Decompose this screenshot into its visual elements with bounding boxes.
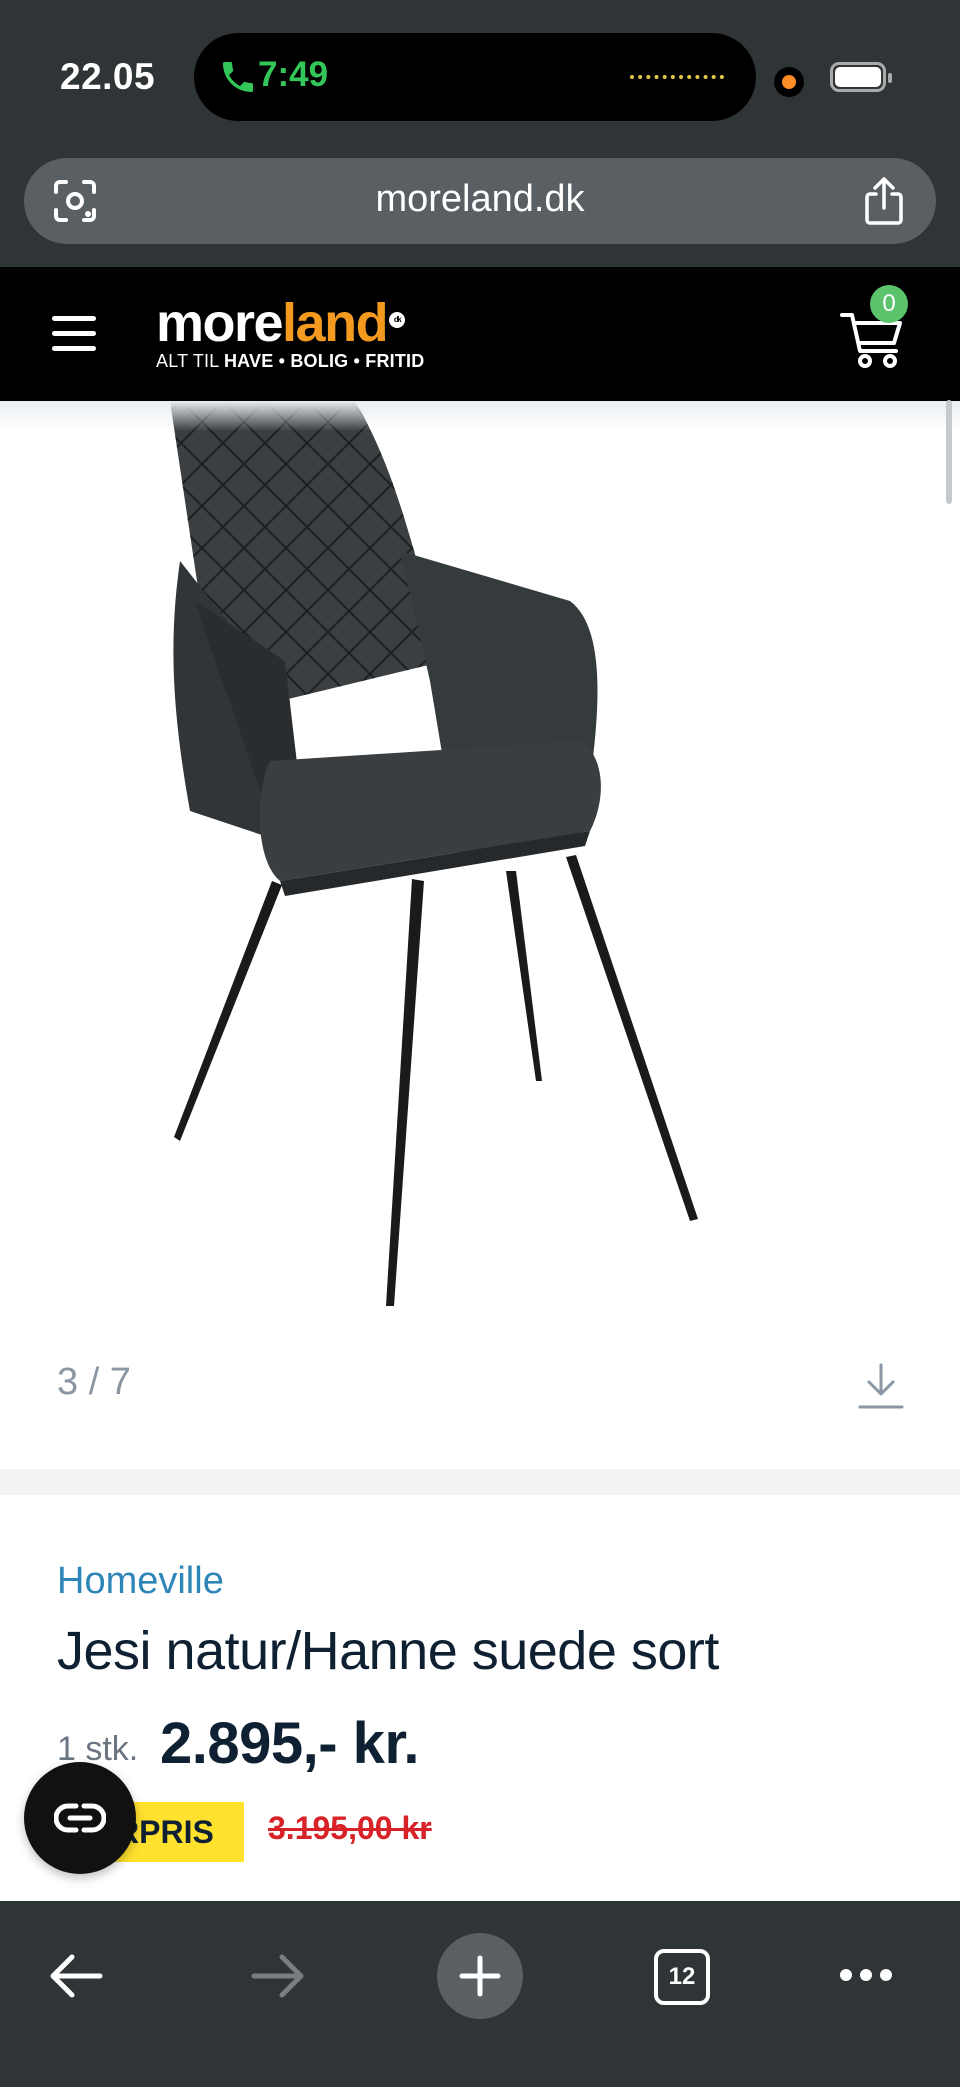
status-time: 22.05 <box>60 56 156 97</box>
new-tab-button[interactable] <box>437 1933 523 2019</box>
url-text[interactable]: moreland.dk <box>24 178 936 221</box>
plus-icon <box>459 1955 501 1997</box>
chat-button[interactable] <box>24 1762 136 1874</box>
dynamic-island[interactable]: 7:49 <box>194 33 756 121</box>
logo-tagline: ALT TIL HAVE • BOLIG • FRITID <box>156 351 456 372</box>
forward-arrow-icon[interactable] <box>250 1951 306 2001</box>
section-divider <box>0 1469 960 1495</box>
scrollbar[interactable] <box>946 400 952 504</box>
chat-icon <box>54 1803 106 1833</box>
more-options-icon[interactable] <box>838 1967 894 1983</box>
site-header: moreland dk ALT TIL HAVE • BOLIG • FRITID… <box>0 267 960 401</box>
call-duration: 7:49 <box>258 55 329 94</box>
logo-text-more: more <box>156 293 284 353</box>
browser-chrome-top: 22.05 7:49 moreland.dk <box>0 0 960 267</box>
battery-icon <box>830 62 892 92</box>
product-gallery[interactable]: 3 / 7 <box>0 401 960 1469</box>
site-logo[interactable]: moreland dk ALT TIL HAVE • BOLIG • FRITID <box>156 296 456 377</box>
tab-switcher-button[interactable]: 12 <box>654 1949 710 2005</box>
menu-icon[interactable] <box>52 316 96 352</box>
address-bar[interactable]: moreland.dk <box>24 158 936 244</box>
product-price: 2.895,- kr. <box>160 1711 419 1776</box>
download-icon[interactable] <box>858 1361 904 1411</box>
logo-text-land: land <box>282 293 389 353</box>
old-price: 3.195,00 kr <box>268 1810 432 1846</box>
gallery-counter: 3 / 7 <box>57 1361 131 1403</box>
audio-waveform-icon <box>630 75 724 79</box>
header-shadow <box>0 401 960 431</box>
browser-toolbar: 12 <box>0 1901 960 2087</box>
product-image-chair[interactable] <box>160 401 820 1321</box>
recording-indicator-icon <box>774 67 804 97</box>
logo-tagline-items: HAVE • BOLIG • FRITID <box>223 351 425 371</box>
back-arrow-icon[interactable] <box>48 1951 104 2001</box>
cart-count-badge: 0 <box>870 285 908 323</box>
product-title: Jesi natur/Hanne suede sort <box>57 1621 719 1681</box>
product-brand-link[interactable]: Homeville <box>57 1560 224 1603</box>
logo-tagline-prefix: ALT TIL <box>156 351 224 371</box>
phone-icon <box>223 62 253 92</box>
logo-dk-badge: dk <box>389 312 406 328</box>
share-icon[interactable] <box>862 176 906 226</box>
